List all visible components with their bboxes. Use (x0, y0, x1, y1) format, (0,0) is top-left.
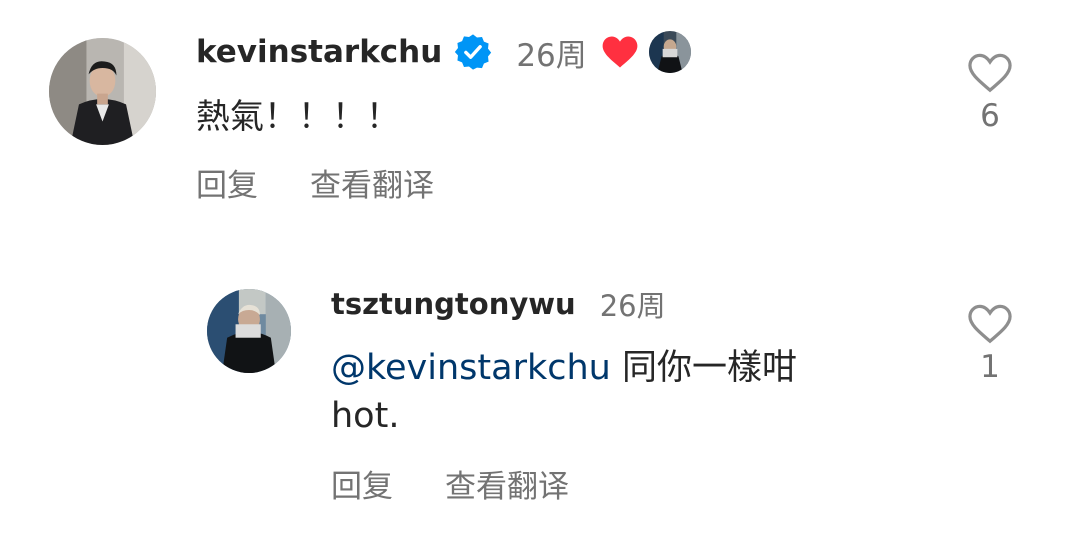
avatar[interactable] (49, 38, 156, 145)
verified-badge-icon (454, 33, 492, 71)
heart-outline-icon[interactable] (967, 303, 1013, 345)
comment-text: 熱氣！！！！ (196, 97, 400, 137)
reply-button[interactable]: 回复 (196, 160, 258, 205)
avatar-image (207, 289, 291, 373)
avatar-image (49, 38, 156, 145)
timestamp: 26周 (599, 289, 666, 323)
reply-button[interactable]: 回复 (331, 461, 393, 506)
username[interactable]: kevinstarkchu (196, 34, 442, 70)
reply-text-line1: 同你一樣咁 (610, 348, 797, 388)
reply-text: @kevinstarkchu 同你一樣咁 hot. (331, 344, 797, 440)
timestamp: 26周 (516, 37, 587, 74)
mention-link[interactable]: @kevinstarkchu (331, 348, 611, 388)
heart-outline-icon[interactable] (967, 52, 1013, 94)
reply-text-line2: hot. (331, 396, 400, 436)
see-translation-button[interactable]: 查看翻译 (310, 160, 434, 205)
heart-filled-icon (601, 35, 639, 69)
avatar[interactable] (207, 289, 291, 373)
username[interactable]: tsztungtonywu (331, 287, 576, 321)
creator-avatar (648, 31, 691, 73)
see-translation-button[interactable]: 查看翻译 (445, 461, 569, 506)
like-count: 1 (980, 349, 1000, 385)
like-count: 6 (980, 98, 1000, 134)
